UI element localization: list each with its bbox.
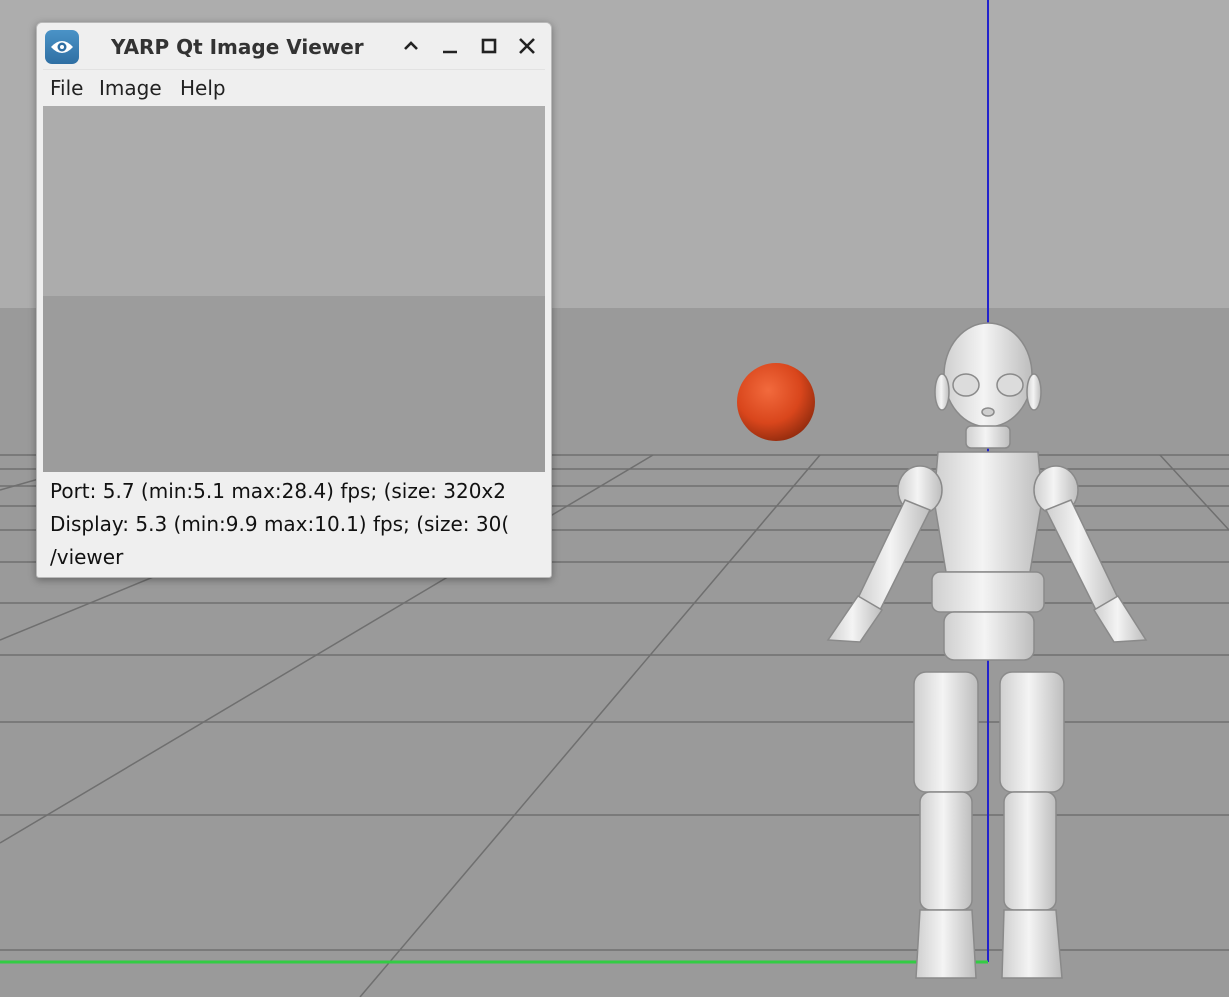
camera-image-sky [43,106,545,296]
robot-ear-left [934,373,950,411]
minimize-icon[interactable] [438,34,462,58]
robot-thigh-right [999,671,1065,793]
status-panel: Port: 5.7 (min:5.1 max:28.4) fps; (size:… [43,473,545,573]
camera-image-display[interactable] [43,106,545,472]
menu-help[interactable]: Help [180,70,226,106]
robot-neck [965,425,1011,449]
close-icon[interactable] [515,34,539,58]
maximize-icon[interactable] [477,34,501,58]
robot-foot-left [915,909,977,979]
robot-torso [933,451,1043,573]
menu-bar: File Image Help [43,69,545,106]
robot-foot-right [1001,909,1063,979]
port-fps-status: Port: 5.7 (min:5.1 max:28.4) fps; (size:… [50,479,506,503]
window-title: YARP Qt Image Viewer [111,35,364,59]
robot-pelvis [943,611,1035,661]
robot-shin-left [919,791,973,911]
red-ball[interactable] [737,363,815,441]
title-bar[interactable]: YARP Qt Image Viewer [37,23,551,69]
robot-shin-right [1003,791,1057,911]
robot-thigh-left [913,671,979,793]
robot-eye-right [996,373,1024,397]
menu-file[interactable]: File [50,70,83,106]
robot-waist [931,571,1045,613]
shade-icon[interactable] [399,34,423,58]
eye-icon [45,30,79,64]
robot-mouth [981,407,995,417]
image-viewer-window[interactable]: YARP Qt Image Viewer File Image Help Por… [36,22,552,578]
menu-image[interactable]: Image [99,70,162,106]
robot-eye-left [952,373,980,397]
robot-ear-right [1026,373,1042,411]
port-name-label: /viewer [50,545,124,569]
display-fps-status: Display: 5.3 (min:9.9 max:10.1) fps; (si… [50,512,510,536]
